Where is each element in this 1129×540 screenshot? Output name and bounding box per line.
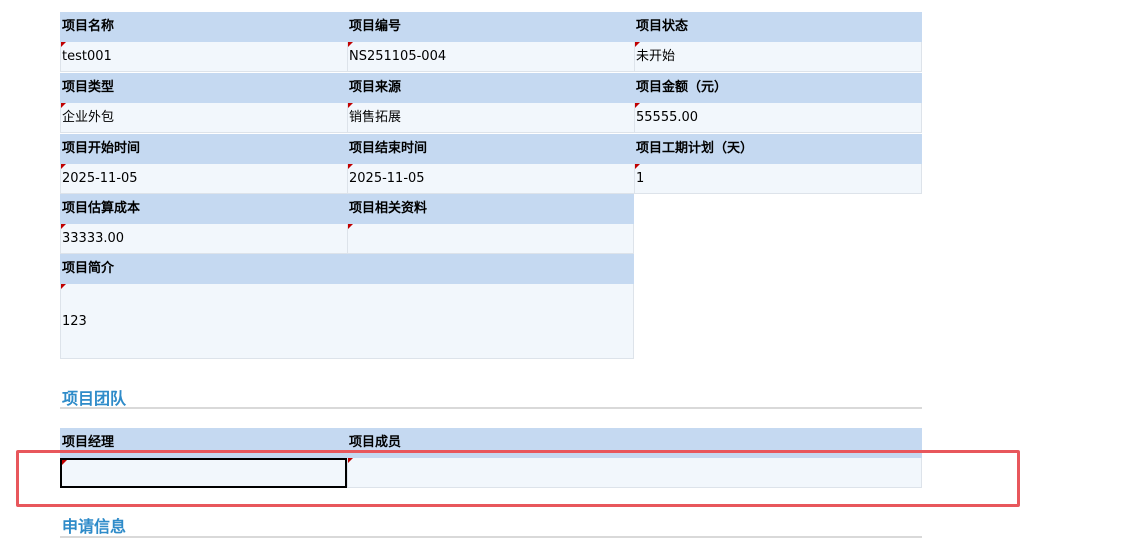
project-type-cell[interactable]: 企业外包 <box>60 103 347 133</box>
project-status-label: 项目状态 <box>634 12 922 42</box>
related-docs-label: 项目相关资料 <box>347 194 634 224</box>
intro-label: 项目简介 <box>60 254 634 284</box>
duration-plan-cell[interactable]: 1 <box>634 164 922 194</box>
end-time-label: 项目结束时间 <box>347 134 634 164</box>
start-time-cell[interactable]: 2025-11-05 <box>60 164 347 194</box>
project-name-cell[interactable]: test001 <box>60 42 347 72</box>
project-source-cell[interactable]: 销售拓展 <box>347 103 634 133</box>
duration-plan-label: 项目工期计划（天） <box>634 134 922 164</box>
project-code-cell[interactable]: NS251105-004 <box>347 42 634 72</box>
project-type-label: 项目类型 <box>60 73 347 103</box>
intro-cell[interactable]: 123 <box>60 284 634 359</box>
project-amount-cell[interactable]: 55555.00 <box>634 103 922 133</box>
application-section-divider <box>60 536 922 538</box>
project-name-label: 项目名称 <box>60 12 347 42</box>
related-docs-cell[interactable] <box>347 224 634 254</box>
end-time-cell[interactable]: 2025-11-05 <box>347 164 634 194</box>
project-amount-label: 项目金额（元） <box>634 73 922 103</box>
highlight-box <box>16 450 1020 507</box>
project-code-label: 项目编号 <box>347 12 634 42</box>
team-section-divider <box>60 407 922 409</box>
project-source-label: 项目来源 <box>347 73 634 103</box>
start-time-label: 项目开始时间 <box>60 134 347 164</box>
application-section-title: 申请信息 <box>62 517 127 536</box>
estimated-cost-label: 项目估算成本 <box>60 194 347 224</box>
estimated-cost-cell[interactable]: 33333.00 <box>60 224 347 254</box>
team-section-title: 项目团队 <box>62 389 127 408</box>
project-status-cell[interactable]: 未开始 <box>634 42 922 72</box>
